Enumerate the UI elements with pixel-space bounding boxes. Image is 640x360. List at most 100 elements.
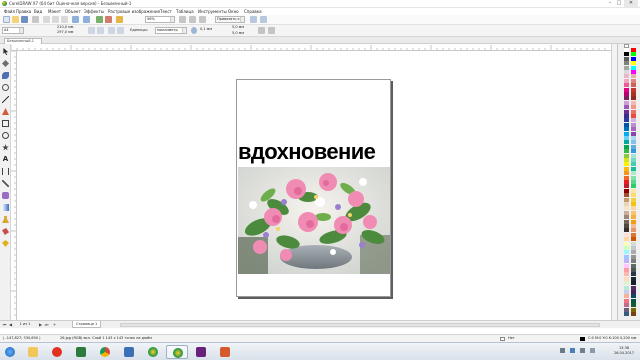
color-swatch[interactable] [624, 92, 629, 96]
color-swatch[interactable] [631, 52, 636, 57]
color-swatch[interactable] [624, 74, 629, 79]
color-swatch[interactable] [624, 109, 629, 114]
freehand-tool-icon[interactable] [2, 96, 9, 103]
color-swatch[interactable] [624, 65, 629, 70]
color-swatch[interactable] [624, 105, 629, 110]
color-swatch[interactable] [631, 109, 636, 114]
coreldraw-app-icon[interactable] [2, 1, 7, 6]
color-swatch[interactable] [631, 294, 636, 299]
taskbar-app-2[interactable] [214, 345, 236, 359]
color-swatch[interactable] [624, 294, 629, 299]
color-swatch[interactable] [624, 188, 629, 193]
full-screen-icon[interactable] [179, 16, 186, 23]
taskbar-explorer[interactable] [22, 345, 44, 359]
color-swatch[interactable] [624, 298, 629, 303]
headline-text-object[interactable]: вдохновение [238, 139, 392, 165]
color-swatch[interactable] [624, 237, 629, 242]
taskbar-chrome[interactable] [94, 345, 116, 359]
color-swatch[interactable] [624, 254, 629, 259]
rectangle-tool-icon[interactable] [2, 120, 9, 127]
color-swatch[interactable] [631, 206, 636, 211]
connector-tool-icon[interactable] [2, 180, 9, 187]
color-swatch[interactable] [631, 224, 636, 228]
import-icon[interactable] [96, 16, 103, 23]
new-document-icon[interactable] [3, 16, 10, 23]
color-swatch[interactable] [624, 228, 629, 233]
menu-help[interactable]: Справка [244, 9, 262, 14]
color-swatch[interactable] [631, 149, 636, 154]
polygon-tool-icon[interactable] [2, 144, 9, 151]
flower-bouquet-image[interactable] [238, 167, 390, 274]
color-swatch[interactable] [631, 259, 636, 264]
color-swatch[interactable] [631, 232, 636, 237]
color-swatch[interactable] [631, 228, 636, 233]
menu-file[interactable]: Файл [4, 9, 15, 14]
color-swatch[interactable] [631, 153, 636, 158]
color-swatch[interactable] [631, 74, 636, 79]
color-swatch[interactable] [631, 70, 636, 74]
color-swatch[interactable] [624, 250, 629, 255]
taskbar-visual-studio[interactable] [190, 345, 212, 359]
color-swatch[interactable] [624, 215, 629, 220]
draw-on-top-icon[interactable] [268, 27, 275, 34]
color-swatch[interactable] [631, 158, 636, 162]
page-size-select[interactable]: A4 [2, 27, 24, 34]
maximize-button[interactable]: □ [615, 0, 623, 7]
page-tab-1[interactable]: Страница 1 [72, 321, 102, 328]
nudge-distance-field[interactable]: 0,1 мм [199, 27, 219, 34]
color-swatch[interactable] [631, 184, 636, 189]
color-swatch[interactable] [631, 56, 636, 61]
publish-pdf-icon[interactable] [116, 16, 123, 23]
color-swatch[interactable] [631, 272, 636, 277]
color-swatch[interactable] [624, 158, 629, 162]
color-swatch[interactable] [624, 114, 629, 118]
text-tool-icon[interactable]: A [2, 156, 9, 163]
horizontal-scrollbar[interactable] [120, 323, 600, 327]
color-swatch[interactable] [631, 188, 636, 193]
color-swatch[interactable] [624, 52, 629, 57]
color-swatch[interactable] [631, 87, 636, 92]
color-swatch[interactable] [624, 281, 629, 286]
color-swatch[interactable] [624, 171, 629, 176]
color-swatch[interactable] [624, 83, 629, 88]
color-swatch[interactable] [631, 312, 636, 316]
color-swatch[interactable] [631, 215, 636, 220]
start-button[interactable] [2, 345, 18, 359]
tray-flag-icon[interactable] [560, 348, 565, 353]
menu-layout[interactable]: Макет [48, 9, 61, 14]
color-swatch[interactable] [624, 219, 629, 224]
color-swatch[interactable] [624, 78, 629, 83]
export-icon[interactable] [105, 16, 112, 23]
color-swatch[interactable] [624, 131, 629, 136]
color-swatch[interactable] [624, 144, 629, 149]
next-page-button[interactable]: ▶ [38, 322, 43, 327]
duplicate-y-value[interactable]: 5,0 мм [232, 31, 244, 35]
taskbar-coreldraw-active[interactable] [166, 345, 188, 359]
color-swatch[interactable] [631, 180, 636, 184]
first-page-button[interactable]: ⏮ [2, 322, 7, 327]
color-swatch[interactable] [631, 65, 636, 70]
color-swatch[interactable] [631, 144, 636, 149]
color-swatch[interactable] [624, 56, 629, 61]
paste-icon[interactable] [61, 16, 68, 23]
color-swatch[interactable] [624, 153, 629, 158]
tray-volume-icon[interactable] [580, 348, 585, 353]
color-swatch[interactable] [631, 78, 636, 83]
menu-window[interactable]: Окно [228, 9, 239, 14]
color-swatch[interactable] [624, 136, 629, 140]
color-swatch[interactable] [631, 171, 636, 176]
color-swatch[interactable] [624, 122, 629, 127]
color-swatch[interactable] [631, 100, 636, 105]
page-height-field[interactable]: 297,0 мм [56, 30, 84, 36]
color-swatch[interactable] [624, 140, 629, 145]
color-swatch[interactable] [624, 290, 629, 294]
taskbar-media[interactable] [70, 345, 92, 359]
color-swatch[interactable] [624, 197, 629, 202]
options-icon[interactable] [250, 16, 257, 23]
portrait-icon[interactable] [88, 27, 95, 34]
cut-icon[interactable] [43, 16, 50, 23]
add-page-button[interactable]: + [52, 322, 57, 327]
color-swatch[interactable] [631, 197, 636, 202]
color-swatch[interactable] [624, 303, 629, 308]
color-swatch[interactable] [624, 246, 629, 250]
